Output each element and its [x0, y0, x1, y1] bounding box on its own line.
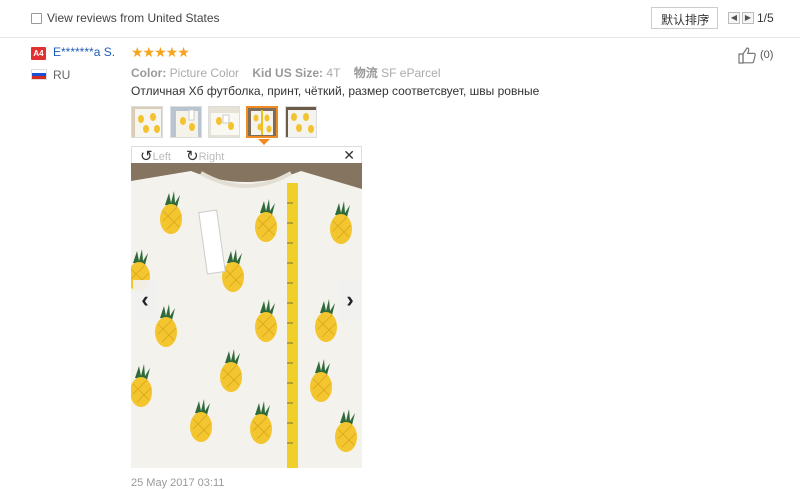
previous-image-button[interactable]: ‹ — [133, 280, 157, 322]
shipping-label: 物流 — [353, 66, 378, 80]
review-thumbnail[interactable] — [170, 106, 202, 138]
reviewer-level-badge: A4 — [31, 47, 46, 60]
review-date: 25 May 2017 03:11 — [131, 477, 225, 489]
close-icon[interactable]: ✕ — [343, 147, 355, 164]
image-viewer-toolbar: ↺Left ↻Right ✕ — [131, 146, 362, 165]
sort-dropdown[interactable]: 默认排序 ⌄ — [651, 7, 718, 29]
color-label: Color: — [131, 66, 167, 80]
like-count: (0) — [760, 49, 774, 61]
order-details: Color: Picture Color Kid US Size: 4T 物流 … — [131, 64, 440, 81]
selected-thumbnail-pointer — [258, 139, 270, 145]
filter-checkbox[interactable] — [31, 13, 42, 24]
review-toolbar: View reviews from United States 默认排序 ⌄ ◀… — [0, 0, 800, 38]
rotate-left-label: Left — [152, 151, 171, 163]
filter-label: View reviews from United States — [47, 11, 220, 25]
reviewer-country: RU — [53, 68, 71, 82]
review-thumbnail-selected[interactable] — [246, 106, 278, 138]
rating-stars: ★★★★★ — [131, 44, 190, 60]
size-label: Kid US Size: — [252, 66, 324, 80]
chevron-down-icon: ⌄ — [702, 11, 711, 22]
review-thumbnail[interactable] — [285, 106, 317, 138]
page-indicator: 1/5 — [757, 11, 774, 25]
reviewer-name[interactable]: E*******a S. — [53, 45, 115, 59]
size-value: 4T — [326, 66, 341, 80]
next-page-button[interactable]: ▶ — [742, 12, 754, 24]
review-thumbnail[interactable] — [131, 106, 163, 138]
shipping-value: SF eParcel — [381, 66, 441, 80]
next-image-button[interactable]: › — [338, 280, 362, 322]
country-flag-icon — [31, 69, 47, 80]
review-photo — [131, 163, 362, 468]
color-value: Picture Color — [169, 66, 240, 80]
rotate-right-label: Right — [198, 151, 225, 163]
thumbs-up-icon[interactable] — [738, 46, 758, 64]
prev-page-button[interactable]: ◀ — [728, 12, 740, 24]
review-thumbnail[interactable] — [208, 106, 240, 138]
review-text: Отличная Хб футболка, принт, чёткий, раз… — [131, 84, 540, 98]
